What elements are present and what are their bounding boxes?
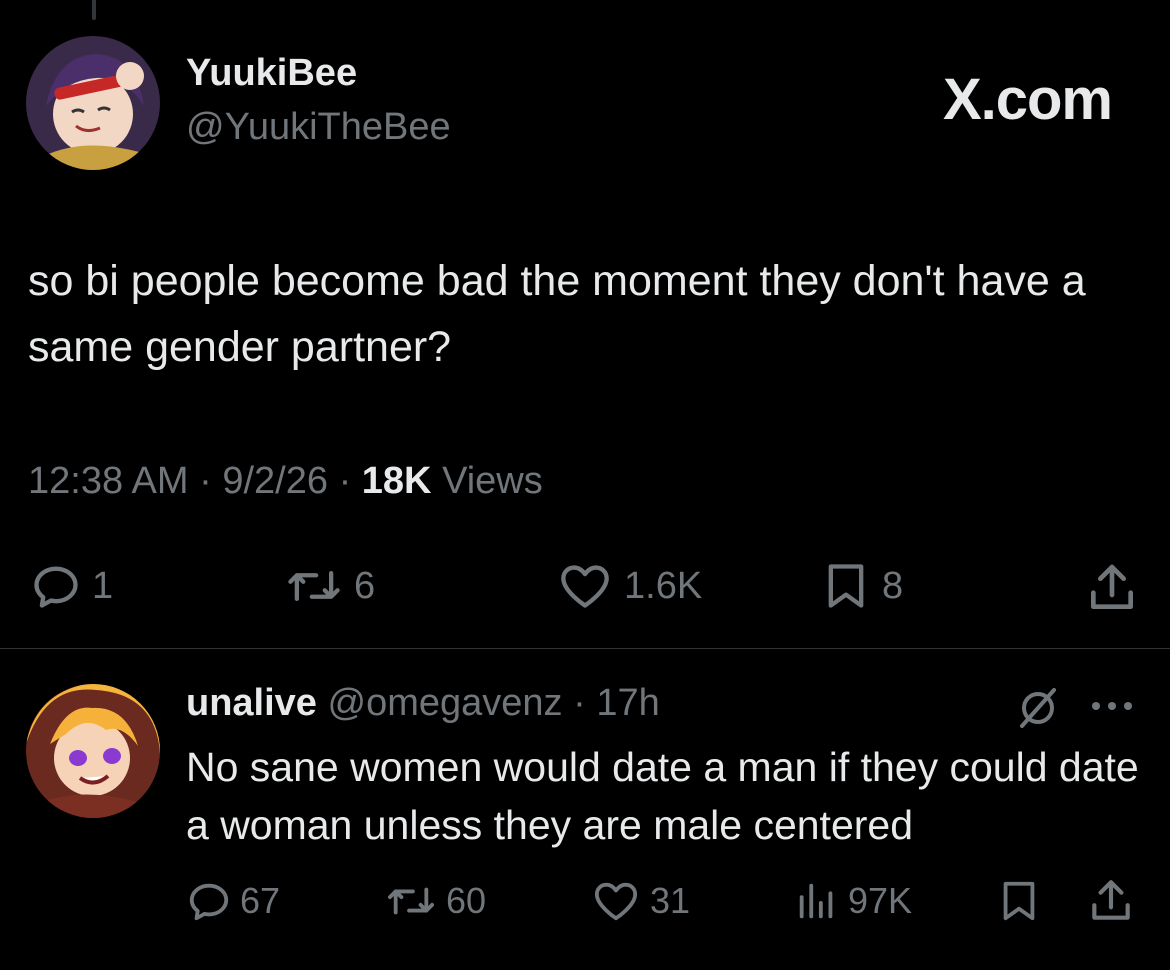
bookmark-icon [828,564,864,608]
tweet-meta: 12:38 AM · 9/2/26 · 18K Views [28,460,543,503]
more-icon[interactable] [1090,696,1134,721]
like-button[interactable]: 1.6K [556,560,702,612]
reply-button[interactable]: 1 [30,560,113,612]
reply-avatar-image [26,684,160,818]
grok-icon[interactable] [1014,684,1062,737]
views-label: Views [442,460,543,502]
author-handle[interactable]: @YuukiTheBee [186,106,451,149]
like-count: 1.6K [624,564,703,607]
reply-reply-count: 67 [240,880,281,921]
bookmark-icon [1003,881,1035,921]
reply-like-button[interactable]: 31 [590,878,690,924]
meta-separator: · [338,460,362,502]
reply-time[interactable]: 17h [596,682,659,724]
reply-count: 1 [92,564,114,607]
reply-views-button[interactable]: 97K [794,878,912,924]
reply-repost-count: 60 [446,880,487,921]
author-display-name[interactable]: YuukiBee [186,52,357,95]
avatar-image [26,36,160,170]
bookmark-count: 8 [882,564,904,607]
meta-separator: · [199,460,223,502]
tweet-text: so bi people become bad the moment they … [28,257,1086,371]
tweet-time[interactable]: 12:38 AM [28,460,189,502]
reply-views-count: 97K [848,880,913,921]
repost-button[interactable]: 6 [284,560,375,612]
like-icon [594,882,638,921]
reply-icon [34,566,78,608]
views-count: 18K [361,460,432,502]
reply-handle[interactable]: @omegavenz [328,682,563,724]
repost-count: 6 [354,564,376,607]
reply-header: unalive @omegavenz · 17h [186,682,660,725]
bookmark-button[interactable]: 8 [820,560,903,612]
share-button[interactable] [1084,560,1140,616]
avatar[interactable] [26,36,160,170]
reply-repost-button[interactable]: 60 [384,878,486,924]
repost-icon [388,887,435,915]
thread-connector-line [92,0,96,20]
like-icon [561,565,609,608]
reply-display-name[interactable]: unalive [186,682,317,724]
reply-reply-button[interactable]: 67 [186,878,280,924]
reply-share-button[interactable] [1086,876,1136,926]
repost-icon [288,571,340,601]
reply-icon [189,883,229,921]
tweet-date[interactable]: 9/2/26 [222,460,328,502]
reply-separator: · [562,682,597,724]
share-icon [1091,564,1133,609]
reply-bookmark-button[interactable] [996,878,1042,924]
views-icon [799,883,833,919]
reply-like-count: 31 [650,880,691,921]
reply-avatar[interactable] [26,684,160,818]
site-watermark: X.com [942,67,1113,132]
tweet-divider [0,648,1170,649]
reply-text: No sane women would date a man if they c… [186,744,1139,848]
share-icon [1092,880,1130,920]
